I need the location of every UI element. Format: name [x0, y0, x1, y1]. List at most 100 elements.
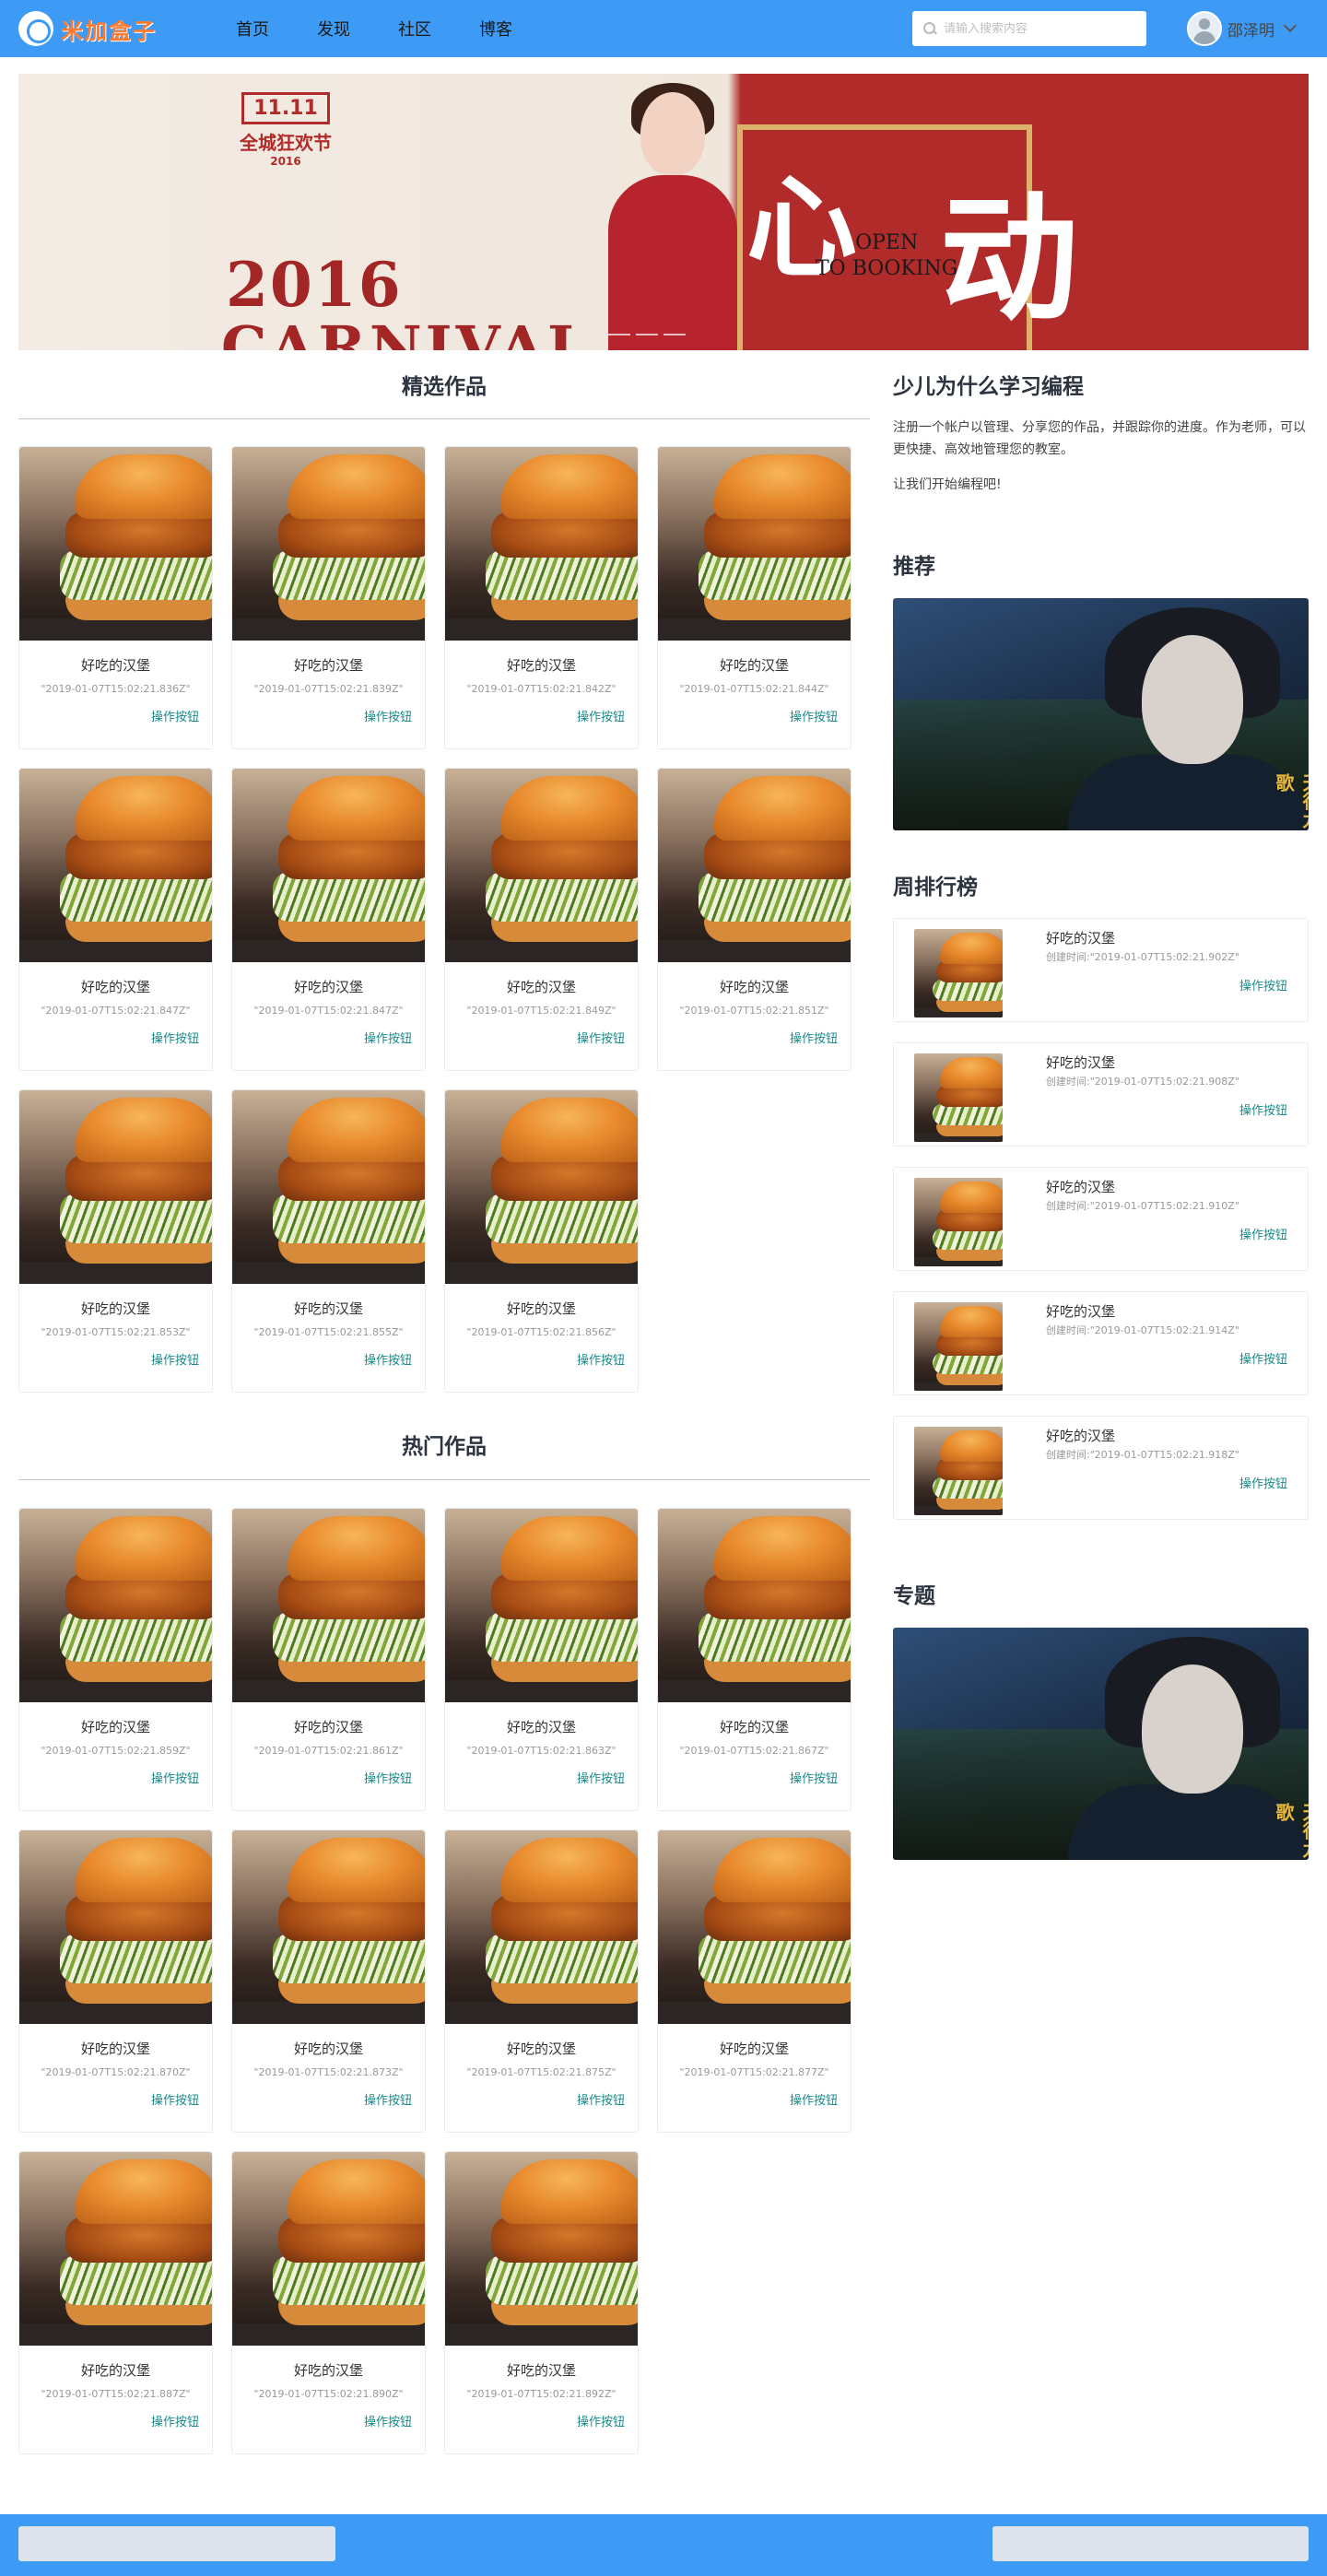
burger-image[interactable]	[19, 447, 212, 641]
card-action-button[interactable]: 操作按钮	[364, 1350, 412, 1368]
work-card[interactable]: 好吃的汉堡 "2019-01-07T15:02:21.861Z" 操作按钮	[231, 1508, 426, 1811]
nav-item-discover[interactable]: 发现	[293, 0, 374, 57]
ranking-action-button[interactable]: 操作按钮	[1239, 1474, 1287, 1491]
ranking-thumbnail[interactable]	[914, 1178, 1003, 1266]
burger-image[interactable]	[445, 769, 638, 962]
ranking-item[interactable]: 好吃的汉堡 创建时间:"2019-01-07T15:02:21.918Z" 操作按钮	[893, 1416, 1309, 1520]
ranking-thumbnail[interactable]	[914, 1427, 1003, 1515]
burger-image[interactable]	[232, 1090, 425, 1284]
work-card[interactable]: 好吃的汉堡 "2019-01-07T15:02:21.875Z" 操作按钮	[444, 1829, 639, 2133]
card-action-button[interactable]: 操作按钮	[151, 2412, 199, 2429]
burger-image[interactable]	[658, 769, 851, 962]
user-name[interactable]: 邵泽明	[1227, 18, 1274, 41]
card-action-button[interactable]: 操作按钮	[364, 2090, 412, 2108]
card-action-button[interactable]: 操作按钮	[790, 707, 838, 724]
ranking-item[interactable]: 好吃的汉堡 创建时间:"2019-01-07T15:02:21.902Z" 操作按钮	[893, 918, 1309, 1022]
work-card[interactable]: 好吃的汉堡 "2019-01-07T15:02:21.847Z" 操作按钮	[231, 768, 426, 1071]
ranking-action-button[interactable]: 操作按钮	[1239, 976, 1287, 994]
work-card[interactable]: 好吃的汉堡 "2019-01-07T15:02:21.890Z" 操作按钮	[231, 2151, 426, 2454]
burger-image[interactable]	[445, 1509, 638, 1702]
ranking-item[interactable]: 好吃的汉堡 创建时间:"2019-01-07T15:02:21.910Z" 操作按钮	[893, 1167, 1309, 1271]
card-action-button[interactable]: 操作按钮	[364, 707, 412, 724]
nav-item-community[interactable]: 社区	[374, 0, 455, 57]
card-action-button[interactable]: 操作按钮	[577, 2090, 625, 2108]
work-card[interactable]: 好吃的汉堡 "2019-01-07T15:02:21.867Z" 操作按钮	[657, 1508, 851, 1811]
work-card[interactable]: 好吃的汉堡 "2019-01-07T15:02:21.859Z" 操作按钮	[18, 1508, 213, 1811]
card-action-button[interactable]: 操作按钮	[151, 707, 199, 724]
card-action-button[interactable]: 操作按钮	[151, 1029, 199, 1046]
avatar[interactable]	[1187, 11, 1222, 46]
card-action-button[interactable]: 操作按钮	[790, 1029, 838, 1046]
banner-dot[interactable]	[664, 334, 686, 335]
card-action-button[interactable]: 操作按钮	[364, 1769, 412, 1786]
burger-image[interactable]	[658, 1830, 851, 2024]
card-action-button[interactable]: 操作按钮	[577, 1029, 625, 1046]
ranking-thumbnail[interactable]	[914, 1302, 1003, 1391]
burger-image[interactable]	[19, 1509, 212, 1702]
card-action-button[interactable]: 操作按钮	[790, 2090, 838, 2108]
work-card[interactable]: 好吃的汉堡 "2019-01-07T15:02:21.855Z" 操作按钮	[231, 1089, 426, 1393]
logo[interactable]: 米加盒子	[18, 11, 157, 46]
card-action-button[interactable]: 操作按钮	[790, 1769, 838, 1786]
burger-image[interactable]	[232, 447, 425, 641]
burger-image[interactable]	[658, 1509, 851, 1702]
ranking-action-button[interactable]: 操作按钮	[1239, 1225, 1287, 1242]
burger-image[interactable]	[232, 1509, 425, 1702]
work-card[interactable]: 好吃的汉堡 "2019-01-07T15:02:21.853Z" 操作按钮	[18, 1089, 213, 1393]
work-card[interactable]: 好吃的汉堡 "2019-01-07T15:02:21.863Z" 操作按钮	[444, 1508, 639, 1811]
user-menu[interactable]: 邵泽明	[1187, 11, 1298, 46]
burger-image[interactable]	[19, 2152, 212, 2346]
work-card[interactable]: 好吃的汉堡 "2019-01-07T15:02:21.842Z" 操作按钮	[444, 446, 639, 749]
card-action-button[interactable]: 操作按钮	[151, 2090, 199, 2108]
nav-item-home[interactable]: 首页	[212, 0, 293, 57]
card-action-button[interactable]: 操作按钮	[364, 1029, 412, 1046]
burger-image[interactable]	[19, 769, 212, 962]
card-action-button[interactable]: 操作按钮	[577, 1769, 625, 1786]
nav-item-blog[interactable]: 博客	[455, 0, 536, 57]
chevron-down-icon[interactable]	[1283, 18, 1298, 33]
card-action-button[interactable]: 操作按钮	[577, 2412, 625, 2429]
burger-image[interactable]	[19, 1090, 212, 1284]
card-action-button[interactable]: 操作按钮	[151, 1769, 199, 1786]
recommend-poster[interactable]: 天行九歌	[893, 598, 1309, 830]
work-card[interactable]: 好吃的汉堡 "2019-01-07T15:02:21.844Z" 操作按钮	[657, 446, 851, 749]
card-action-button[interactable]: 操作按钮	[577, 1350, 625, 1368]
work-card[interactable]: 好吃的汉堡 "2019-01-07T15:02:21.836Z" 操作按钮	[18, 446, 213, 749]
search-input[interactable]	[944, 21, 1137, 36]
burger-image[interactable]	[445, 1090, 638, 1284]
topic-poster[interactable]: 天行九歌	[893, 1628, 1309, 1860]
work-card[interactable]: 好吃的汉堡 "2019-01-07T15:02:21.873Z" 操作按钮	[231, 1829, 426, 2133]
ranking-item[interactable]: 好吃的汉堡 创建时间:"2019-01-07T15:02:21.908Z" 操作按钮	[893, 1042, 1309, 1147]
ranking-thumbnail[interactable]	[914, 1053, 1003, 1142]
work-card[interactable]: 好吃的汉堡 "2019-01-07T15:02:21.877Z" 操作按钮	[657, 1829, 851, 2133]
banner-dot[interactable]	[608, 334, 630, 335]
ranking-thumbnail[interactable]	[914, 929, 1003, 1017]
burger-image[interactable]	[445, 1830, 638, 2024]
card-action-button[interactable]: 操作按钮	[577, 707, 625, 724]
burger-image[interactable]	[445, 447, 638, 641]
promo-banner[interactable]: 11.11 全城狂欢节 2016 2016 CARNIVAL 心 OPEN TO…	[18, 74, 1309, 350]
burger-image[interactable]	[658, 447, 851, 641]
burger-image[interactable]	[232, 2152, 425, 2346]
main-nav: 首页 发现 社区 博客	[212, 0, 536, 57]
burger-image[interactable]	[232, 1830, 425, 2024]
search-icon[interactable]	[923, 22, 936, 35]
work-card[interactable]: 好吃的汉堡 "2019-01-07T15:02:21.870Z" 操作按钮	[18, 1829, 213, 2133]
ranking-item[interactable]: 好吃的汉堡 创建时间:"2019-01-07T15:02:21.914Z" 操作按钮	[893, 1291, 1309, 1395]
work-card[interactable]: 好吃的汉堡 "2019-01-07T15:02:21.887Z" 操作按钮	[18, 2151, 213, 2454]
burger-image[interactable]	[19, 1830, 212, 2024]
banner-dot[interactable]	[636, 334, 658, 335]
work-card[interactable]: 好吃的汉堡 "2019-01-07T15:02:21.892Z" 操作按钮	[444, 2151, 639, 2454]
burger-image[interactable]	[445, 2152, 638, 2346]
card-action-button[interactable]: 操作按钮	[364, 2412, 412, 2429]
card-timestamp: "2019-01-07T15:02:21.890Z"	[253, 2388, 404, 2400]
ranking-action-button[interactable]: 操作按钮	[1239, 1349, 1287, 1367]
work-card[interactable]: 好吃的汉堡 "2019-01-07T15:02:21.839Z" 操作按钮	[231, 446, 426, 749]
work-card[interactable]: 好吃的汉堡 "2019-01-07T15:02:21.849Z" 操作按钮	[444, 768, 639, 1071]
work-card[interactable]: 好吃的汉堡 "2019-01-07T15:02:21.851Z" 操作按钮	[657, 768, 851, 1071]
ranking-action-button[interactable]: 操作按钮	[1239, 1100, 1287, 1118]
work-card[interactable]: 好吃的汉堡 "2019-01-07T15:02:21.847Z" 操作按钮	[18, 768, 213, 1071]
work-card[interactable]: 好吃的汉堡 "2019-01-07T15:02:21.856Z" 操作按钮	[444, 1089, 639, 1393]
card-action-button[interactable]: 操作按钮	[151, 1350, 199, 1368]
burger-image[interactable]	[232, 769, 425, 962]
